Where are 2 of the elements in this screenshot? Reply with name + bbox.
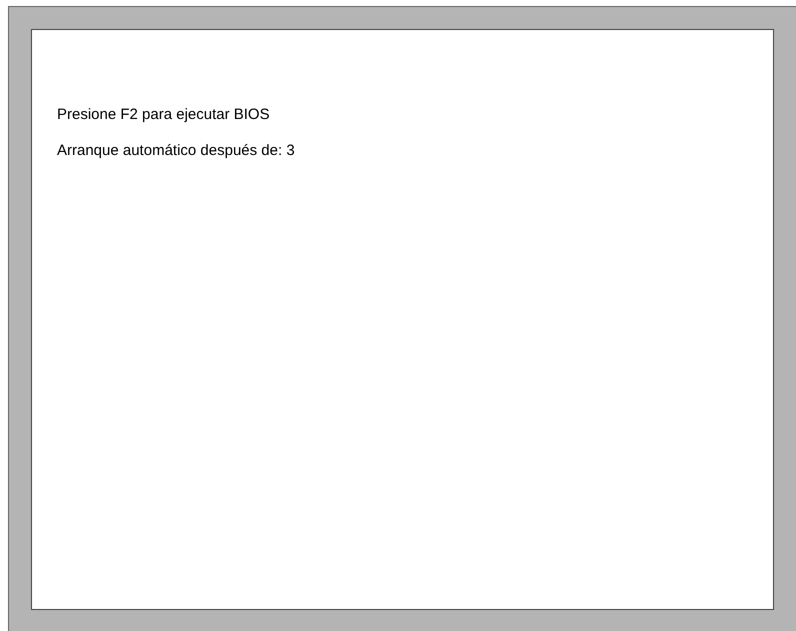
boot-message: Arranque automático después de: 3 [57,142,295,160]
boot-message: Presione F2 para ejecutar BIOS [57,106,270,124]
